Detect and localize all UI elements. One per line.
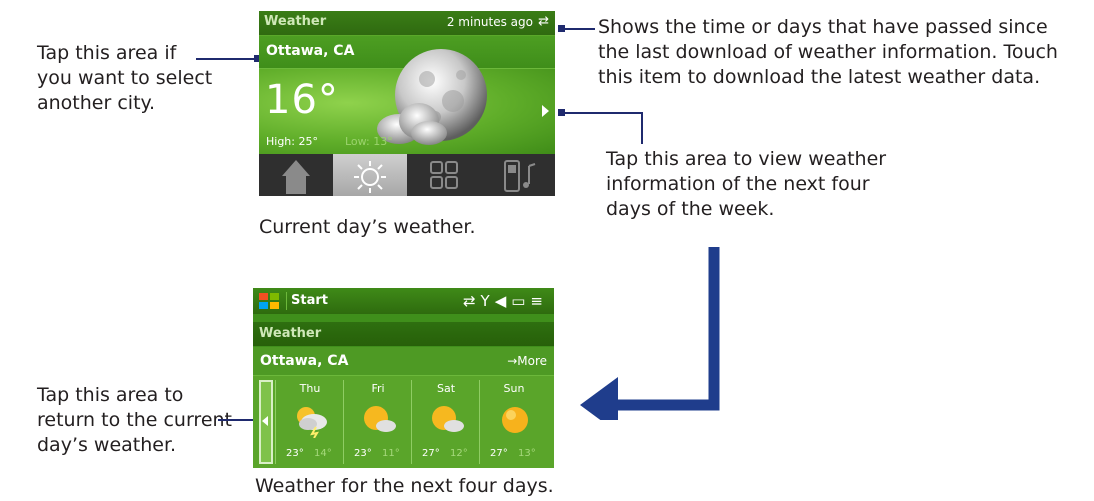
weather-header: Weather 2 minutes ago ⇄ — [259, 11, 555, 36]
forecast-days: Thu 23° 14° Fri 23° 11° Sat 27° 12° Sun … — [253, 376, 554, 468]
sun-cloud-icon — [364, 406, 396, 432]
forecast-day[interactable]: Sat 27° 12° — [411, 380, 480, 464]
leader-line-next-days-h — [563, 112, 642, 114]
caption-current-day: Current day’s weather. — [259, 216, 476, 238]
annotation-select-city: Tap this area if you want to select anot… — [37, 42, 213, 114]
current-temperature: 16° — [265, 77, 339, 123]
status-icons[interactable]: ⇄Y◀▭≡ — [463, 292, 548, 310]
day-low: 12° — [450, 448, 468, 459]
day-low: 11° — [382, 448, 400, 459]
leader-line-next-days-v — [641, 112, 643, 144]
grid-icon — [430, 161, 458, 189]
tab-weather[interactable] — [333, 154, 407, 196]
next-days-arrow-icon[interactable] — [542, 105, 549, 117]
day-name: Sun — [503, 382, 525, 395]
forecast-day[interactable]: Fri 23° 11° — [343, 380, 412, 464]
annotation-last-download: Shows the time or days that have passed … — [598, 16, 1058, 88]
day-high: 23° — [354, 448, 372, 459]
sun-icon — [502, 407, 528, 433]
city-selector[interactable]: Ottawa, CA →More — [253, 347, 554, 376]
start-bar: Start ⇄Y◀▭≡ — [253, 288, 554, 314]
home-icon — [282, 160, 310, 194]
connectivity-icon[interactable]: ⇄ — [463, 292, 481, 310]
city-name: Ottawa, CA — [266, 43, 355, 59]
volume-icon[interactable]: ◀ — [495, 292, 512, 310]
tab-bar — [259, 154, 555, 196]
day-name: Fri — [371, 382, 385, 395]
leader-dot-next-days — [558, 109, 565, 116]
annotation-next-four-days: Tap this area to view weather informatio… — [606, 148, 887, 220]
last-updated-button[interactable]: 2 minutes ago — [447, 15, 533, 29]
more-link[interactable]: →More — [507, 354, 547, 368]
day-high: 27° — [422, 448, 440, 459]
leader-line-time — [563, 28, 595, 30]
menu-icon[interactable]: ≡ — [530, 292, 548, 310]
annotation-return-current: Tap this area to return to the current d… — [37, 384, 233, 456]
day-high: 23° — [286, 448, 304, 459]
weather-title: Weather — [264, 14, 327, 29]
low-temperature: Low: 13° — [345, 135, 393, 148]
music-phone-icon — [504, 160, 536, 192]
windows-flag-icon[interactable] — [257, 291, 283, 311]
sun-cloud-icon — [432, 406, 464, 432]
sun-icon — [354, 161, 386, 193]
forecast-day[interactable]: Thu 23° 14° — [275, 380, 344, 464]
sun-cloud-storm-icon — [297, 407, 327, 438]
forecast-screen: Start ⇄Y◀▭≡ Weather Ottawa, CA →More Thu… — [253, 288, 554, 468]
weather-title: Weather — [259, 326, 322, 341]
refresh-icon[interactable]: ⇄ — [538, 14, 549, 29]
battery-icon[interactable]: ▭ — [511, 292, 530, 310]
tab-programs[interactable] — [407, 154, 481, 196]
forecast-day[interactable]: Sun 27° 13° — [479, 380, 548, 464]
leader-line-back — [218, 419, 257, 421]
back-arrow-icon — [262, 416, 268, 426]
leader-line-city — [196, 58, 258, 60]
high-temperature: High: 25° — [266, 135, 318, 148]
day-low: 14° — [314, 448, 332, 459]
day-name: Thu — [299, 382, 321, 395]
tab-music[interactable] — [481, 154, 555, 196]
start-menu-button[interactable]: Start — [291, 293, 328, 308]
tab-home[interactable] — [259, 154, 333, 196]
current-weather-screen: Weather 2 minutes ago ⇄ Ottawa, CA 16° H… — [259, 11, 555, 196]
signal-icon[interactable]: Y — [481, 292, 495, 310]
caption-next-four-days: Weather for the next four days. — [255, 475, 554, 497]
city-name: Ottawa, CA — [260, 353, 349, 369]
day-high: 27° — [490, 448, 508, 459]
start-divider — [286, 292, 287, 310]
day-low: 13° — [518, 448, 536, 459]
flow-arrow-icon — [580, 247, 720, 420]
back-to-current-button[interactable] — [259, 380, 273, 464]
day-name: Sat — [436, 382, 456, 395]
leader-dot-time — [558, 25, 565, 32]
weather-header: Weather — [253, 322, 554, 346]
current-conditions: 16° High: 25° Low: 13° — [259, 49, 555, 154]
